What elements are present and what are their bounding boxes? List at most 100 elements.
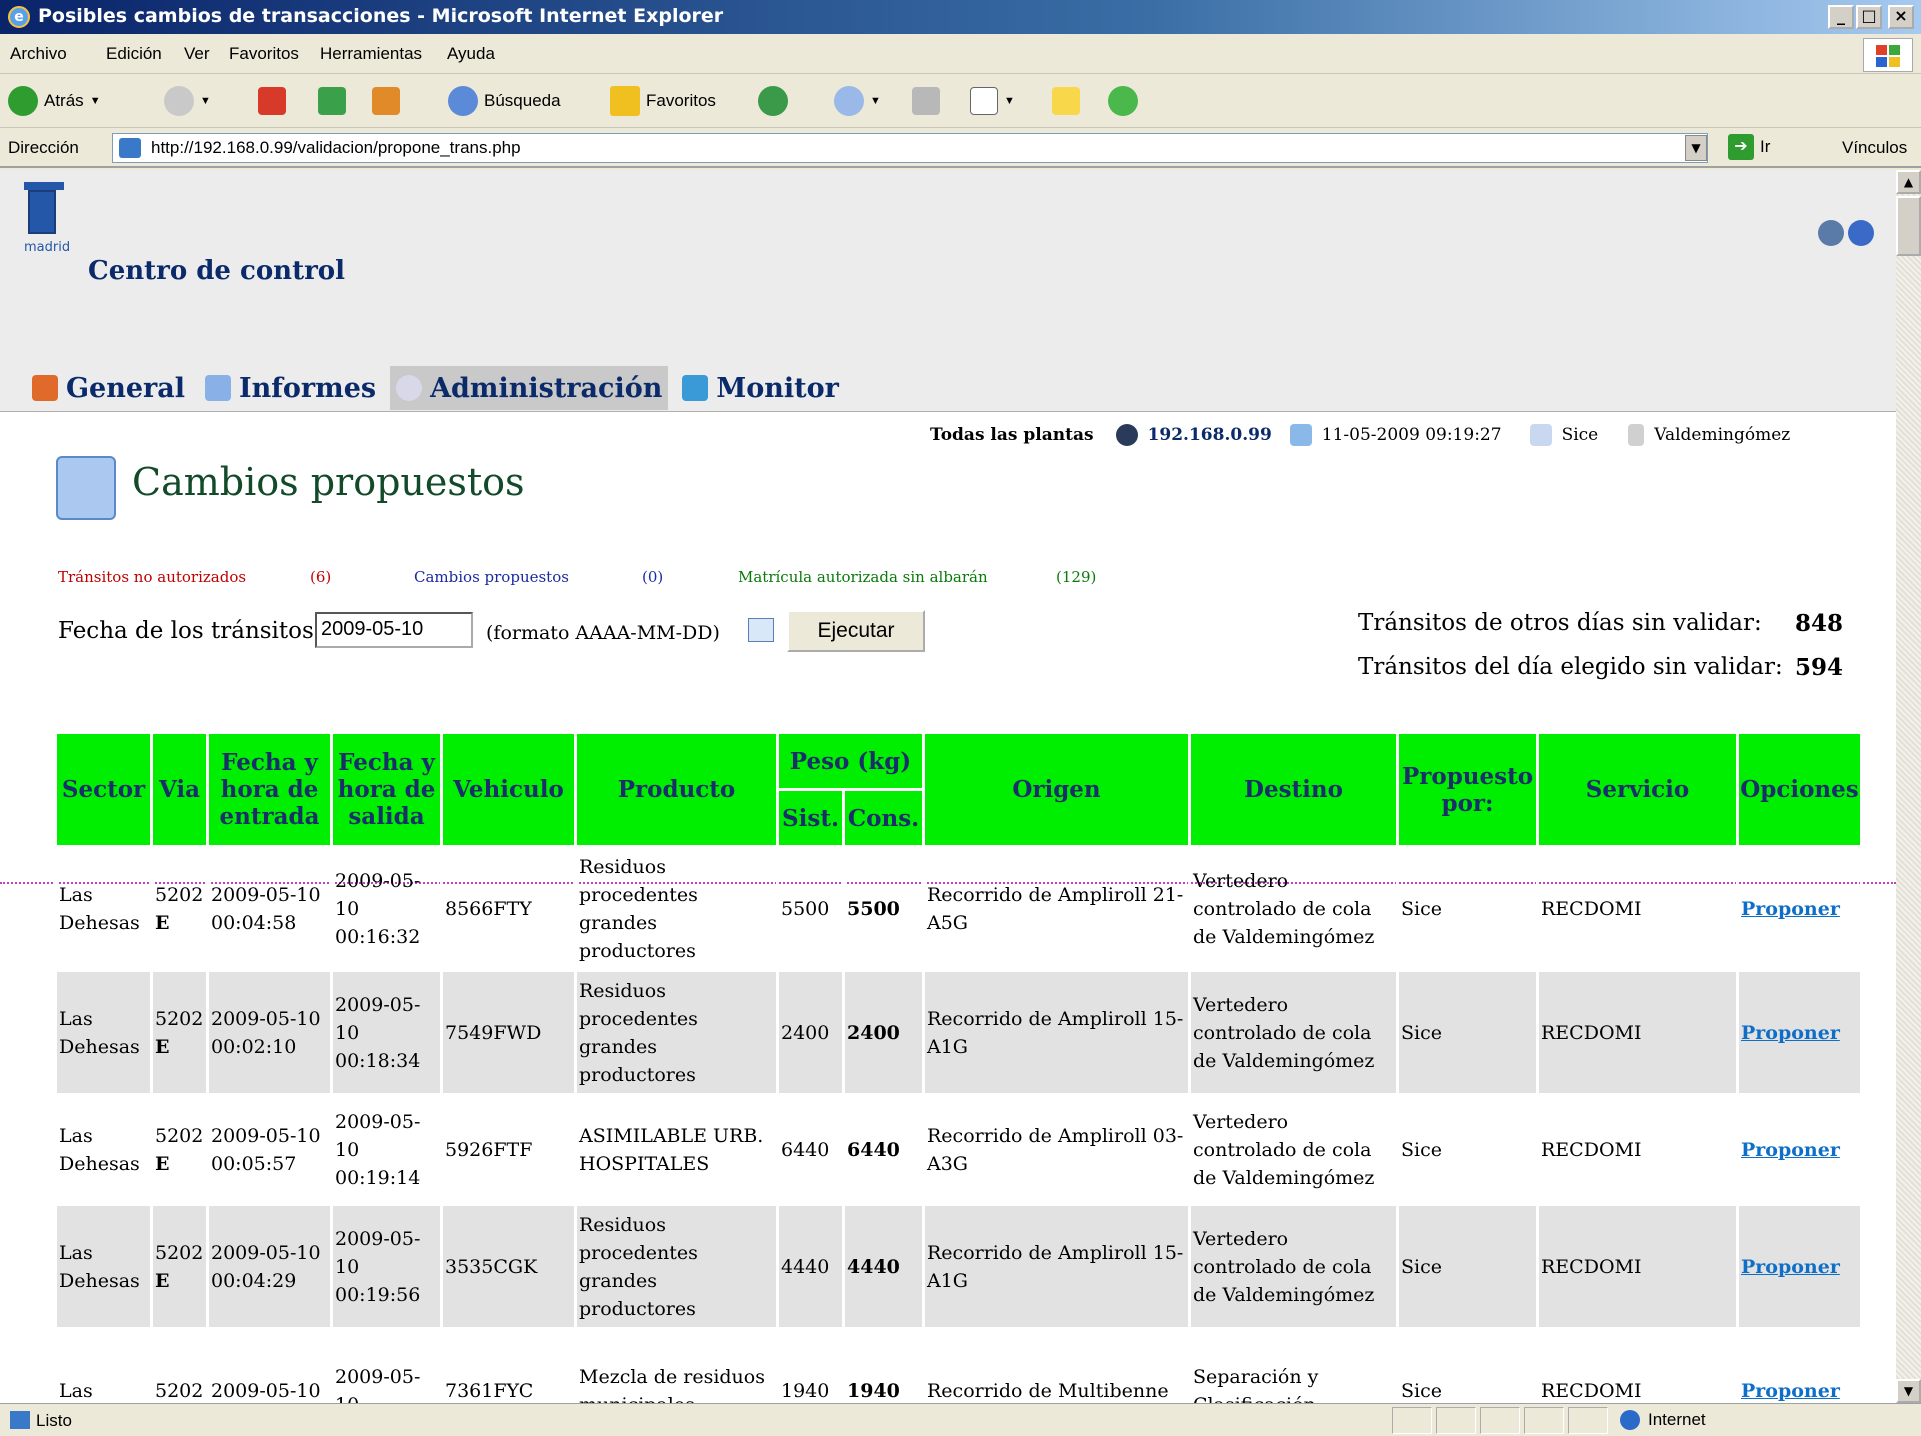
cell-sist: 5500 [776,845,845,972]
scroll-up-icon[interactable]: ▲ [1896,170,1921,194]
favorites-button[interactable]: Favoritos [610,83,716,119]
cell-destino: Separación y Clasificación [1188,1327,1399,1403]
propose-link[interactable]: Proponer [1741,898,1840,920]
cell-origen: Recorrido de Multibenne [922,1327,1191,1403]
help-icon[interactable] [1848,220,1874,246]
tab-general[interactable]: General [26,366,191,410]
edit-button[interactable]: ▼ [970,83,1015,119]
cell-salida: 2009-05-10 00:18:34 [330,969,443,1096]
home-icon [372,87,400,115]
execute-button[interactable]: Ejecutar [787,610,925,652]
address-dropdown-icon[interactable]: ▼ [1685,135,1707,161]
address-bar: Dirección http://192.168.0.99/validacion… [0,128,1921,168]
table-row: Las Dehesas 5202 E 2009-05-10 00:02:10 2… [54,969,1863,1096]
mail-button[interactable]: ▼ [834,83,881,119]
propose-link[interactable]: Proponer [1741,1256,1840,1278]
count-sin-albaran-label[interactable]: Matrícula autorizada sin albarán [738,568,988,586]
cell-destino: Vertedero controlado de cola de Valdemin… [1188,969,1399,1096]
go-button[interactable]: ➔ Ir [1728,134,1770,160]
vertical-scrollbar[interactable]: ▲ ▼ [1896,170,1921,1403]
close-button[interactable]: × [1888,5,1914,29]
history-button[interactable] [758,83,788,119]
status-page-icon [10,1411,30,1429]
cell-sector: Las Dehesas [54,969,153,1096]
cell-origen: Recorrido de Ampliroll 15-A1G [922,1203,1191,1330]
col-origen: Origen [922,731,1191,848]
date-filter-label: Fecha de los tránsitos [58,618,314,644]
cell-sist: 6440 [776,1093,845,1206]
discuss-button[interactable] [1052,83,1080,119]
shield-icon[interactable] [1818,220,1844,246]
session-user: Sice [1561,425,1599,445]
cell-vehiculo: 7549FWD [440,969,577,1096]
general-icon [32,375,58,401]
title-bar: e Posibles cambios de transacciones - Mi… [0,0,1921,34]
col-peso-sist: Sist. [776,788,845,848]
scroll-down-icon[interactable]: ▼ [1896,1379,1921,1403]
pending-summary: Tránsitos de otros días sin validar: 848 … [1358,610,1843,698]
back-button[interactable]: Atrás ▼ [8,83,101,119]
pending-other-days-value: 848 [1795,610,1844,637]
stop-button[interactable] [258,83,286,119]
cell-via: 5202 E [150,1093,209,1206]
home-button[interactable] [372,83,400,119]
cell-entrada: 2009-05-10 00:04:58 [206,845,333,972]
forward-button[interactable]: ▼ [164,83,211,119]
menu-favoritos[interactable]: Favoritos [229,44,299,64]
cell-sector: Las Dehesas [54,1203,153,1330]
search-button[interactable]: Búsqueda [448,83,561,119]
links-button[interactable]: Vínculos [1842,138,1907,158]
menu-herramientas[interactable]: Herramientas [320,44,422,64]
menu-ver[interactable]: Ver [184,44,210,64]
print-icon [912,87,940,115]
history-icon [758,86,788,116]
count-propuestos-label[interactable]: Cambios propuestos [414,568,569,586]
col-peso-cons: Cons. [842,788,925,848]
messenger-icon [1108,86,1138,116]
col-servicio: Servicio [1536,731,1739,848]
refresh-button[interactable] [318,83,346,119]
logo-text: madrid [24,240,71,255]
cell-destino: Vertedero controlado de cola de Valdemin… [1188,845,1399,972]
cell-salida: 2009-05-10 00:16:32 [330,845,443,972]
cell-entrada: 2009-05-10 00:02:10 [206,969,333,1096]
address-input[interactable]: http://192.168.0.99/validacion/propone_t… [112,133,1708,163]
address-url: http://192.168.0.99/validacion/propone_t… [151,138,521,157]
table-row: Las 5202 2009-05-10 2009-05- 10 7361FYC … [54,1327,1863,1403]
cell-producto: Residuos procedentes grandes productores [574,969,779,1096]
status-text: Listo [36,1411,72,1430]
date-format-hint: (formato AAAA-MM-DD) [486,622,720,644]
col-destino: Destino [1188,731,1399,848]
count-no-autorizados-label[interactable]: Tránsitos no autorizados [58,568,246,586]
calendar-icon [1289,424,1312,446]
cell-servicio: RECDOMI [1536,1203,1739,1330]
scroll-thumb[interactable] [1896,196,1921,256]
print-button[interactable] [912,83,940,119]
cell-opciones: Proponer [1736,1203,1863,1330]
cell-servicio: RECDOMI [1536,845,1739,972]
calendar-picker-icon[interactable] [748,618,774,642]
tab-informes[interactable]: Informes [199,366,382,410]
cell-origen: Recorrido de Ampliroll 21-A5G [922,845,1191,972]
search-icon [448,86,478,116]
col-producto: Producto [574,731,779,848]
propose-link[interactable]: Proponer [1741,1139,1840,1161]
maximize-button[interactable]: □ [1856,5,1882,29]
tab-administracion[interactable]: Administración [390,366,669,410]
date-filter-input[interactable]: 2009-05-10 [315,612,473,648]
cell-servicio: RECDOMI [1536,969,1739,1096]
minimize-button[interactable]: _ [1828,5,1854,29]
zone-text: Internet [1648,1410,1706,1429]
page-title: Cambios propuestos [132,460,525,504]
propose-link[interactable]: Proponer [1741,1380,1840,1402]
messenger-button[interactable] [1108,83,1138,119]
cell-destino: Vertedero controlado de cola de Valdemin… [1188,1093,1399,1206]
cell-propuesto: Sice [1396,1093,1539,1206]
cell-cons: 2400 [842,969,925,1096]
tab-monitor[interactable]: Monitor [676,366,845,410]
pending-other-days-label: Tránsitos de otros días sin validar: [1358,610,1762,636]
menu-ayuda[interactable]: Ayuda [447,44,495,64]
menu-archivo[interactable]: Archivo [10,44,67,64]
menu-edicion[interactable]: Edición [106,44,162,64]
propose-link[interactable]: Proponer [1741,1022,1840,1044]
